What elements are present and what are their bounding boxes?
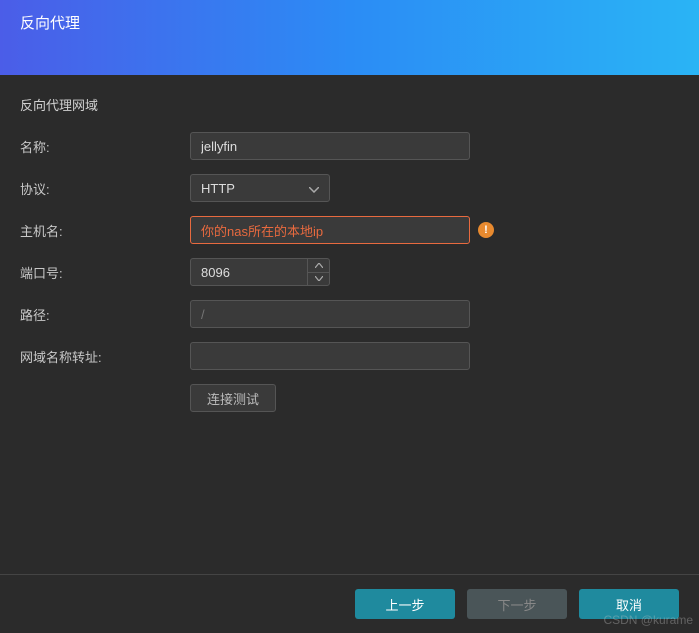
row-port: 端口号: [20,258,679,286]
port-stepper[interactable] [190,258,330,286]
path-input[interactable] [190,300,470,328]
dialog-footer: 上一步 下一步 取消 [0,574,699,633]
label-path: 路径: [20,305,190,324]
redirect-input[interactable] [190,342,470,370]
chevron-down-icon [309,181,319,196]
port-step-up[interactable] [308,259,329,273]
label-protocol: 协议: [20,179,190,198]
dialog-body: 反向代理网域 名称: 协议: HTTP 主机名: ! 端口号: [0,75,699,633]
label-redirect: 网域名称转址: [20,347,190,366]
row-path: 路径: [20,300,679,328]
test-connection-button[interactable]: 连接测试 [190,384,276,412]
section-title: 反向代理网域 [20,95,679,114]
label-port: 端口号: [20,263,190,282]
row-test: 连接测试 [20,384,679,412]
cancel-button[interactable]: 取消 [579,589,679,619]
row-hostname: 主机名: ! [20,216,679,244]
port-step-down[interactable] [308,273,329,286]
dialog-header: 反向代理 [0,0,699,75]
row-protocol: 协议: HTTP [20,174,679,202]
dialog-title: 反向代理 [20,12,80,33]
protocol-select[interactable]: HTTP [190,174,330,202]
warning-icon: ! [478,222,494,238]
hostname-input[interactable] [190,216,470,244]
label-name: 名称: [20,137,190,156]
next-button: 下一步 [467,589,567,619]
name-input[interactable] [190,132,470,160]
protocol-value: HTTP [201,181,235,196]
label-hostname: 主机名: [20,221,190,240]
row-redirect: 网域名称转址: [20,342,679,370]
row-name: 名称: [20,132,679,160]
prev-button[interactable]: 上一步 [355,589,455,619]
